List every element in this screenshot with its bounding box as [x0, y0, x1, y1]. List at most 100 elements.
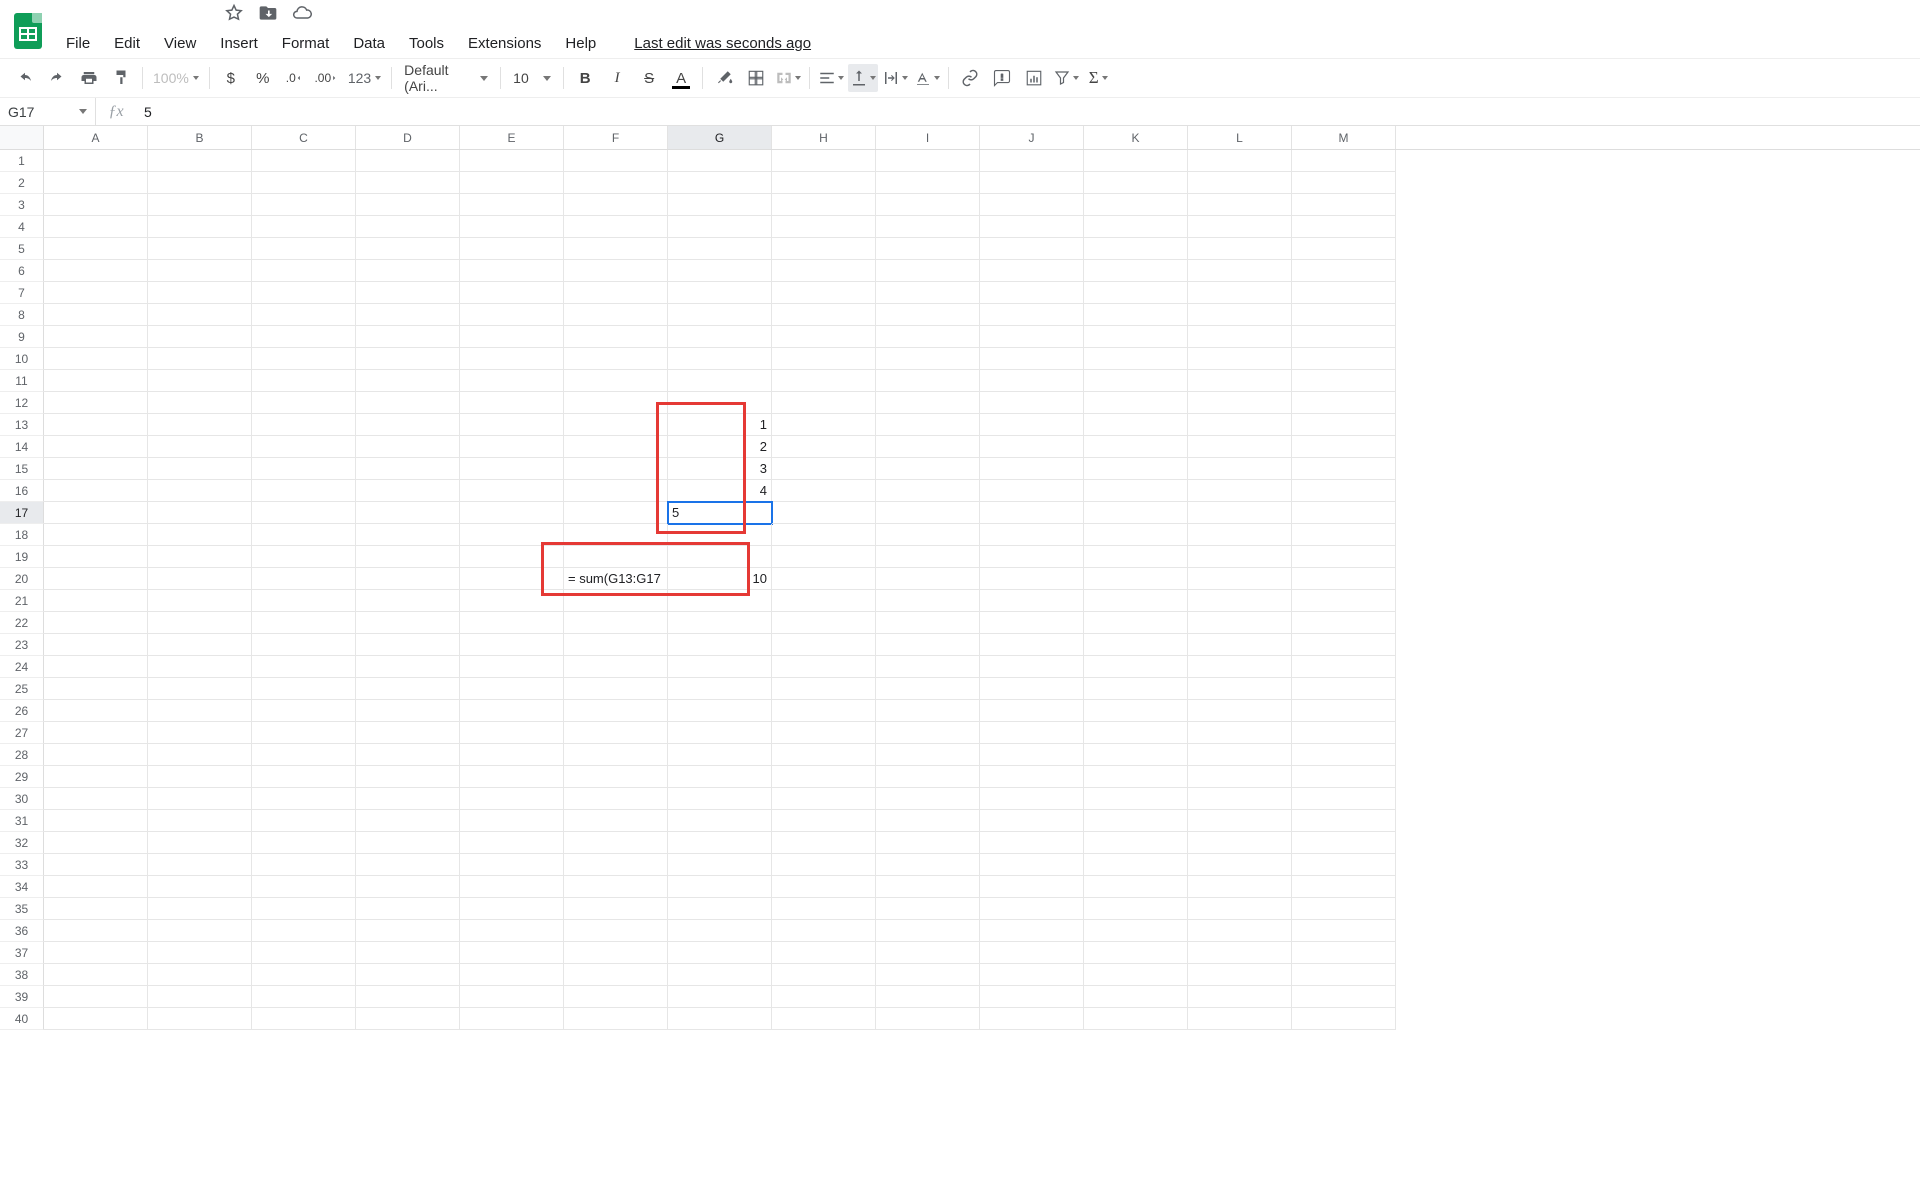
cell-D1[interactable] — [356, 150, 460, 172]
cell-J20[interactable] — [980, 568, 1084, 590]
cell-J13[interactable] — [980, 414, 1084, 436]
cell-A22[interactable] — [44, 612, 148, 634]
cell-D37[interactable] — [356, 942, 460, 964]
cell-J9[interactable] — [980, 326, 1084, 348]
cell-J29[interactable] — [980, 766, 1084, 788]
cell-D4[interactable] — [356, 216, 460, 238]
cell-F39[interactable] — [564, 986, 668, 1008]
row-header-10[interactable]: 10 — [0, 348, 44, 370]
cell-I7[interactable] — [876, 282, 980, 304]
cell-F15[interactable] — [564, 458, 668, 480]
cell-G11[interactable] — [668, 370, 772, 392]
cell-A18[interactable] — [44, 524, 148, 546]
cell-B26[interactable] — [148, 700, 252, 722]
cell-C4[interactable] — [252, 216, 356, 238]
cell-M14[interactable] — [1292, 436, 1396, 458]
menu-help[interactable]: Help — [555, 31, 606, 56]
cell-C30[interactable] — [252, 788, 356, 810]
cell-B7[interactable] — [148, 282, 252, 304]
cell-D21[interactable] — [356, 590, 460, 612]
cell-L7[interactable] — [1188, 282, 1292, 304]
cell-M36[interactable] — [1292, 920, 1396, 942]
cell-C9[interactable] — [252, 326, 356, 348]
cell-C7[interactable] — [252, 282, 356, 304]
cell-E4[interactable] — [460, 216, 564, 238]
cell-L29[interactable] — [1188, 766, 1292, 788]
cell-A35[interactable] — [44, 898, 148, 920]
cell-M35[interactable] — [1292, 898, 1396, 920]
cell-J40[interactable] — [980, 1008, 1084, 1030]
cell-E38[interactable] — [460, 964, 564, 986]
cell-D24[interactable] — [356, 656, 460, 678]
zoom-select[interactable]: 100% — [149, 70, 203, 86]
cell-C23[interactable] — [252, 634, 356, 656]
cell-K6[interactable] — [1084, 260, 1188, 282]
cell-J7[interactable] — [980, 282, 1084, 304]
cell-G5[interactable] — [668, 238, 772, 260]
menu-insert[interactable]: Insert — [210, 31, 268, 56]
insert-chart-button[interactable] — [1019, 64, 1049, 92]
cell-K31[interactable] — [1084, 810, 1188, 832]
cell-M32[interactable] — [1292, 832, 1396, 854]
cell-L24[interactable] — [1188, 656, 1292, 678]
cell-M19[interactable] — [1292, 546, 1396, 568]
cell-I18[interactable] — [876, 524, 980, 546]
cell-F10[interactable] — [564, 348, 668, 370]
cell-I33[interactable] — [876, 854, 980, 876]
cell-G36[interactable] — [668, 920, 772, 942]
italic-button[interactable]: I — [602, 64, 632, 92]
cell-D16[interactable] — [356, 480, 460, 502]
cell-G37[interactable] — [668, 942, 772, 964]
row-header-28[interactable]: 28 — [0, 744, 44, 766]
cell-D5[interactable] — [356, 238, 460, 260]
row-header-5[interactable]: 5 — [0, 238, 44, 260]
cell-K39[interactable] — [1084, 986, 1188, 1008]
row-header-38[interactable]: 38 — [0, 964, 44, 986]
cell-L20[interactable] — [1188, 568, 1292, 590]
cell-D17[interactable] — [356, 502, 460, 524]
cell-B9[interactable] — [148, 326, 252, 348]
cell-M28[interactable] — [1292, 744, 1396, 766]
cell-A6[interactable] — [44, 260, 148, 282]
cell-L39[interactable] — [1188, 986, 1292, 1008]
bold-button[interactable]: B — [570, 64, 600, 92]
cell-C33[interactable] — [252, 854, 356, 876]
cell-I28[interactable] — [876, 744, 980, 766]
cell-H28[interactable] — [772, 744, 876, 766]
cell-H35[interactable] — [772, 898, 876, 920]
cell-M30[interactable] — [1292, 788, 1396, 810]
cell-K7[interactable] — [1084, 282, 1188, 304]
cell-L17[interactable] — [1188, 502, 1292, 524]
cell-F29[interactable] — [564, 766, 668, 788]
cell-F22[interactable] — [564, 612, 668, 634]
cell-M12[interactable] — [1292, 392, 1396, 414]
cell-J8[interactable] — [980, 304, 1084, 326]
cell-F23[interactable] — [564, 634, 668, 656]
cell-L25[interactable] — [1188, 678, 1292, 700]
cell-M29[interactable] — [1292, 766, 1396, 788]
cell-M21[interactable] — [1292, 590, 1396, 612]
cell-L13[interactable] — [1188, 414, 1292, 436]
cell-D39[interactable] — [356, 986, 460, 1008]
cell-G34[interactable] — [668, 876, 772, 898]
cell-L6[interactable] — [1188, 260, 1292, 282]
cell-B29[interactable] — [148, 766, 252, 788]
cell-J30[interactable] — [980, 788, 1084, 810]
cell-C34[interactable] — [252, 876, 356, 898]
cell-I24[interactable] — [876, 656, 980, 678]
cell-M3[interactable] — [1292, 194, 1396, 216]
column-header-E[interactable]: E — [460, 126, 564, 149]
cell-E30[interactable] — [460, 788, 564, 810]
cell-G4[interactable] — [668, 216, 772, 238]
cell-A13[interactable] — [44, 414, 148, 436]
cell-G13[interactable]: 1 — [668, 414, 772, 436]
cell-B11[interactable] — [148, 370, 252, 392]
cell-F4[interactable] — [564, 216, 668, 238]
cell-C22[interactable] — [252, 612, 356, 634]
cell-H27[interactable] — [772, 722, 876, 744]
cell-F7[interactable] — [564, 282, 668, 304]
cell-E28[interactable] — [460, 744, 564, 766]
cell-C15[interactable] — [252, 458, 356, 480]
cell-J5[interactable] — [980, 238, 1084, 260]
cell-J33[interactable] — [980, 854, 1084, 876]
